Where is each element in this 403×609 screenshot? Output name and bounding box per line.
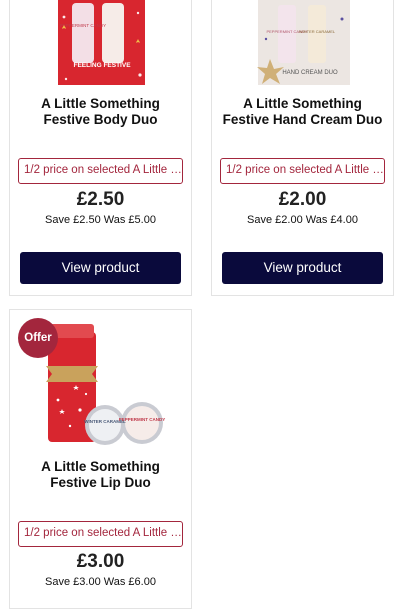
savings-text: Save £3.00 Was £6.00 bbox=[45, 576, 156, 588]
product-title-line: A Little Something bbox=[41, 459, 160, 474]
view-product-button[interactable]: View product bbox=[222, 252, 383, 284]
product-card[interactable]: PEPPERMINT CANDY WINTER CARAMEL HAND CRE… bbox=[211, 0, 394, 296]
image-text: FEELING FESTIVE bbox=[73, 62, 131, 69]
product-title-line: A Little Something bbox=[243, 96, 362, 111]
image-text: HAND CREAM DUO bbox=[282, 70, 338, 76]
product-price: £3.00 bbox=[76, 551, 125, 572]
promo-offer-link[interactable]: 1/2 price on selected A Little Something bbox=[18, 521, 183, 547]
savings-text: Save £2.50 Was £5.00 bbox=[45, 214, 156, 226]
image-text: PEPPERMINT CANDY bbox=[119, 417, 166, 422]
promo-offer-link[interactable]: 1/2 price on selected A Little Something bbox=[18, 158, 183, 184]
product-title-line: Festive Lip Duo bbox=[50, 475, 151, 490]
product-price: £2.00 bbox=[278, 189, 327, 210]
product-image[interactable]: PEPPERMINT CANDY WINTER CARAMEL HAND CRE… bbox=[212, 0, 393, 89]
product-title[interactable]: A Little Something Festive Lip Duo bbox=[10, 459, 191, 491]
product-title-line: Festive Body Duo bbox=[43, 112, 158, 127]
image-text: PEPPERMINT CANDY bbox=[60, 23, 106, 28]
promo-offer-link[interactable]: 1/2 price on selected A Little Something bbox=[220, 158, 385, 184]
savings-text: Save £2.00 Was £4.00 bbox=[247, 214, 358, 226]
product-title-line: Festive Hand Cream Duo bbox=[222, 112, 383, 127]
product-title-line: A Little Something bbox=[41, 96, 160, 111]
product-card[interactable]: PEPPERMINT CANDY FEELING FESTIVE A Littl… bbox=[9, 0, 192, 296]
product-card[interactable]: WINTER CARAMEL PEPPERMINT CANDY Offer A … bbox=[9, 309, 192, 609]
product-title[interactable]: A Little Something Festive Body Duo bbox=[10, 96, 191, 128]
offer-badge: Offer bbox=[18, 318, 58, 358]
product-image[interactable]: PEPPERMINT CANDY FEELING FESTIVE bbox=[10, 0, 191, 89]
view-product-button[interactable]: View product bbox=[20, 252, 181, 284]
product-price: £2.50 bbox=[76, 189, 125, 210]
image-text: WINTER CARAMEL bbox=[299, 29, 336, 34]
product-title[interactable]: A Little Something Festive Hand Cream Du… bbox=[212, 96, 393, 128]
